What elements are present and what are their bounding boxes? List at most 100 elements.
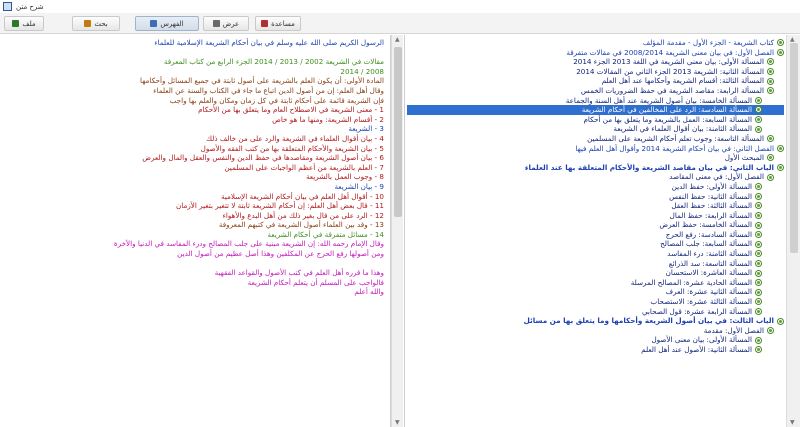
tree-item[interactable]: المسألة الرابعة: حفظ المال bbox=[407, 211, 784, 221]
tree-item[interactable]: الفصل الأول: في بيان معنى الشريعة 2008/2… bbox=[407, 48, 784, 58]
document-line: فإن الشريعة قائمة على أحكام ثابتة في كل … bbox=[169, 95, 384, 105]
tree-item-label: الفصل الأول: في معنى المقاصد bbox=[669, 172, 764, 182]
tree-item[interactable]: المسألة السابعة: جلب المصالح bbox=[407, 239, 784, 249]
tree-node-icon[interactable] bbox=[767, 87, 774, 95]
tree-node-icon[interactable] bbox=[767, 173, 774, 181]
tree-node-icon[interactable] bbox=[755, 269, 762, 277]
tree-node-icon[interactable] bbox=[755, 231, 762, 239]
tree-node-icon[interactable] bbox=[755, 202, 762, 210]
tree-node-icon[interactable] bbox=[755, 307, 762, 315]
tree-item-label: المسألة السادسة: الرد على المخالفين في أ… bbox=[581, 105, 752, 115]
tree-item[interactable]: المبحث الأول bbox=[407, 153, 784, 163]
tree-item[interactable]: المسألة الثانية عشرة: العرف bbox=[407, 287, 784, 297]
tree-node-icon[interactable] bbox=[755, 259, 762, 267]
document-scrollbar[interactable]: ▲ ▼ bbox=[391, 35, 403, 427]
tree-node-icon[interactable] bbox=[755, 192, 762, 200]
tree-item[interactable]: المسألة الرابعة: مقاصد الشريعة في حفظ ال… bbox=[407, 86, 784, 96]
tree-item[interactable]: الباب الثالث: في بيان أصول الشريعة وأحكا… bbox=[407, 316, 784, 326]
tree-item[interactable]: المسألة السادسة: الرد على المخالفين في أ… bbox=[407, 105, 784, 115]
tree-node-icon[interactable] bbox=[755, 336, 762, 344]
tree-node-icon[interactable] bbox=[767, 77, 774, 85]
tree-item[interactable]: المسألة الرابعة عشرة: قول الصحابي bbox=[407, 307, 784, 317]
tree-item[interactable]: الباب الثاني: في بيان مقاصد الشريعة والأ… bbox=[407, 163, 784, 173]
tree-item[interactable]: المسألة الثامنة: درء المفاسد bbox=[407, 249, 784, 259]
tree-item-label: المسألة التاسعة: سد الذرائع bbox=[668, 258, 752, 268]
tree-item[interactable]: المسألة العاشرة: الاستحسان bbox=[407, 268, 784, 278]
toolbar-button-search[interactable]: بحث bbox=[72, 16, 120, 31]
tree-node-icon[interactable] bbox=[777, 317, 784, 325]
tree-item[interactable]: المسألة السادسة: رفع الحرج bbox=[407, 230, 784, 240]
document-line: والله أعلم bbox=[354, 287, 384, 297]
tree-node-icon[interactable] bbox=[755, 183, 762, 191]
tree-node-icon[interactable] bbox=[755, 116, 762, 124]
scroll-down-arrow-icon[interactable]: ▼ bbox=[790, 419, 795, 426]
toolbar-button-file[interactable]: ملف bbox=[4, 16, 44, 31]
tree-node-icon[interactable] bbox=[755, 298, 762, 306]
tree-item[interactable]: المسألة الثانية: الأصول عند أهل العلم bbox=[407, 345, 784, 355]
tree-item-label: المسألة الثالثة: حفظ العقل bbox=[671, 201, 752, 211]
tree-node-icon[interactable] bbox=[755, 221, 762, 229]
tree-node-icon[interactable] bbox=[755, 125, 762, 133]
document-line: 8 - وجوب العمل بالشريعة bbox=[305, 172, 384, 182]
tree-node-icon[interactable] bbox=[755, 288, 762, 296]
tree-node-icon[interactable] bbox=[777, 39, 784, 47]
tree-node-icon[interactable] bbox=[755, 106, 762, 114]
toolbar-button-help[interactable]: مساعدة bbox=[255, 16, 301, 31]
tree-node-icon[interactable] bbox=[767, 58, 774, 66]
tree-item[interactable]: المسألة الحادية عشرة: المصالح المرسلة bbox=[407, 278, 784, 288]
tree-item[interactable]: الفصل الأول: مقدمة bbox=[407, 326, 784, 336]
toolbar-button-index[interactable]: الفهرس bbox=[135, 16, 199, 31]
scroll-down-arrow-icon[interactable]: ▼ bbox=[395, 419, 400, 426]
tree-node-icon[interactable] bbox=[755, 240, 762, 248]
tree-node-icon[interactable] bbox=[755, 250, 762, 258]
tree-item-label: المسألة الثامنة: درء المفاسد bbox=[667, 249, 752, 259]
tree-node-icon[interactable] bbox=[755, 279, 762, 287]
scroll-up-arrow-icon[interactable]: ▲ bbox=[790, 36, 795, 43]
tree-item[interactable]: المسألة الأولى: بيان معنى الأصول bbox=[407, 335, 784, 345]
tree-item[interactable]: المسألة الخامسة: بيان أصول الشريعة عند أ… bbox=[407, 96, 784, 106]
tree-item[interactable]: الفصل الأول: في معنى المقاصد bbox=[407, 172, 784, 182]
tree-node-icon[interactable] bbox=[777, 48, 784, 56]
tree-node-icon[interactable] bbox=[767, 68, 774, 76]
tree-node-icon[interactable] bbox=[755, 346, 762, 354]
tree-item[interactable]: المسألة التاسعة: سد الذرائع bbox=[407, 259, 784, 269]
document-scrollbar-thumb[interactable] bbox=[394, 47, 402, 217]
tree-item[interactable]: المسألة التاسعة: وجوب تعلم أحكام الشريعة… bbox=[407, 134, 784, 144]
tree-node-icon[interactable] bbox=[777, 144, 784, 152]
tree-item[interactable]: المسألة الأولى: بيان معنى الشريعة في الل… bbox=[407, 57, 784, 67]
document-line: 13 - وقد بين العلماء أصول الشريعة في كتب… bbox=[218, 220, 384, 230]
file-icon bbox=[12, 20, 20, 27]
document-line: مقالات في الشريعة 2002 / 2013 / 2014 الج… bbox=[163, 57, 384, 67]
tree-node-icon[interactable] bbox=[777, 164, 784, 172]
tree-node-icon[interactable] bbox=[767, 135, 774, 143]
tree-item-label: المسألة الحادية عشرة: المصالح المرسلة bbox=[630, 277, 752, 287]
index-scrollbar[interactable]: ▲ ▼ bbox=[786, 35, 800, 427]
tree-item[interactable]: المسألة الثانية: حفظ النفس bbox=[407, 192, 784, 202]
tree-item-label: المسألة الرابعة: حفظ المال bbox=[669, 210, 752, 220]
toolbar-button-view[interactable]: عرض bbox=[203, 16, 249, 31]
tree-item[interactable]: المسألة الثانية: الشريعة 2013 الجزء الثا… bbox=[407, 67, 784, 77]
tree-item[interactable]: المسألة الثالثة عشرة: الاستصحاب bbox=[407, 297, 784, 307]
tree-item[interactable]: المسألة الثالثة: حفظ العقل bbox=[407, 201, 784, 211]
tree-item-label: المسألة السابعة: جلب المصالح bbox=[660, 239, 752, 249]
tree-item[interactable]: كتاب الشريعة - الجزء الأول - مقدمة المؤل… bbox=[407, 38, 784, 48]
document-pane[interactable]: الرسول الكريم صلى الله عليه وسلم في بيان… bbox=[0, 35, 391, 427]
tree-item[interactable]: المسألة الثالثة: أقسام الشريعة وأحكامها … bbox=[407, 76, 784, 86]
tree-item[interactable]: المسألة الثامنة: بيان أقوال العلماء في ا… bbox=[407, 124, 784, 134]
tree-item[interactable]: المسألة الخامسة: حفظ العرض bbox=[407, 220, 784, 230]
index-scrollbar-thumb[interactable] bbox=[790, 43, 798, 253]
document-line: 4 - بيان أقوال العلماء في الشريعة والرد … bbox=[206, 133, 384, 143]
document-line: 9 - بيان الشريعة bbox=[334, 181, 384, 191]
scroll-up-arrow-icon[interactable]: ▲ bbox=[395, 36, 400, 43]
toolbar: ملف بحث الفهرس عرض مساعدة bbox=[0, 13, 800, 34]
tree-item[interactable]: الفصل الثاني: في بيان أحكام الشريعة 2014… bbox=[407, 144, 784, 154]
tree-item[interactable]: المسألة الأولى: حفظ الدين bbox=[407, 182, 784, 192]
tree-node-icon[interactable] bbox=[767, 154, 774, 162]
tree-node-icon[interactable] bbox=[755, 211, 762, 219]
tree-item[interactable]: المسألة السابعة: العمل بالشريعة وما يتعل… bbox=[407, 115, 784, 125]
index-tree-pane[interactable]: كتاب الشريعة - الجزء الأول - مقدمة المؤل… bbox=[404, 35, 800, 427]
tree-node-icon[interactable] bbox=[767, 327, 774, 335]
tree-node-icon[interactable] bbox=[755, 96, 762, 104]
